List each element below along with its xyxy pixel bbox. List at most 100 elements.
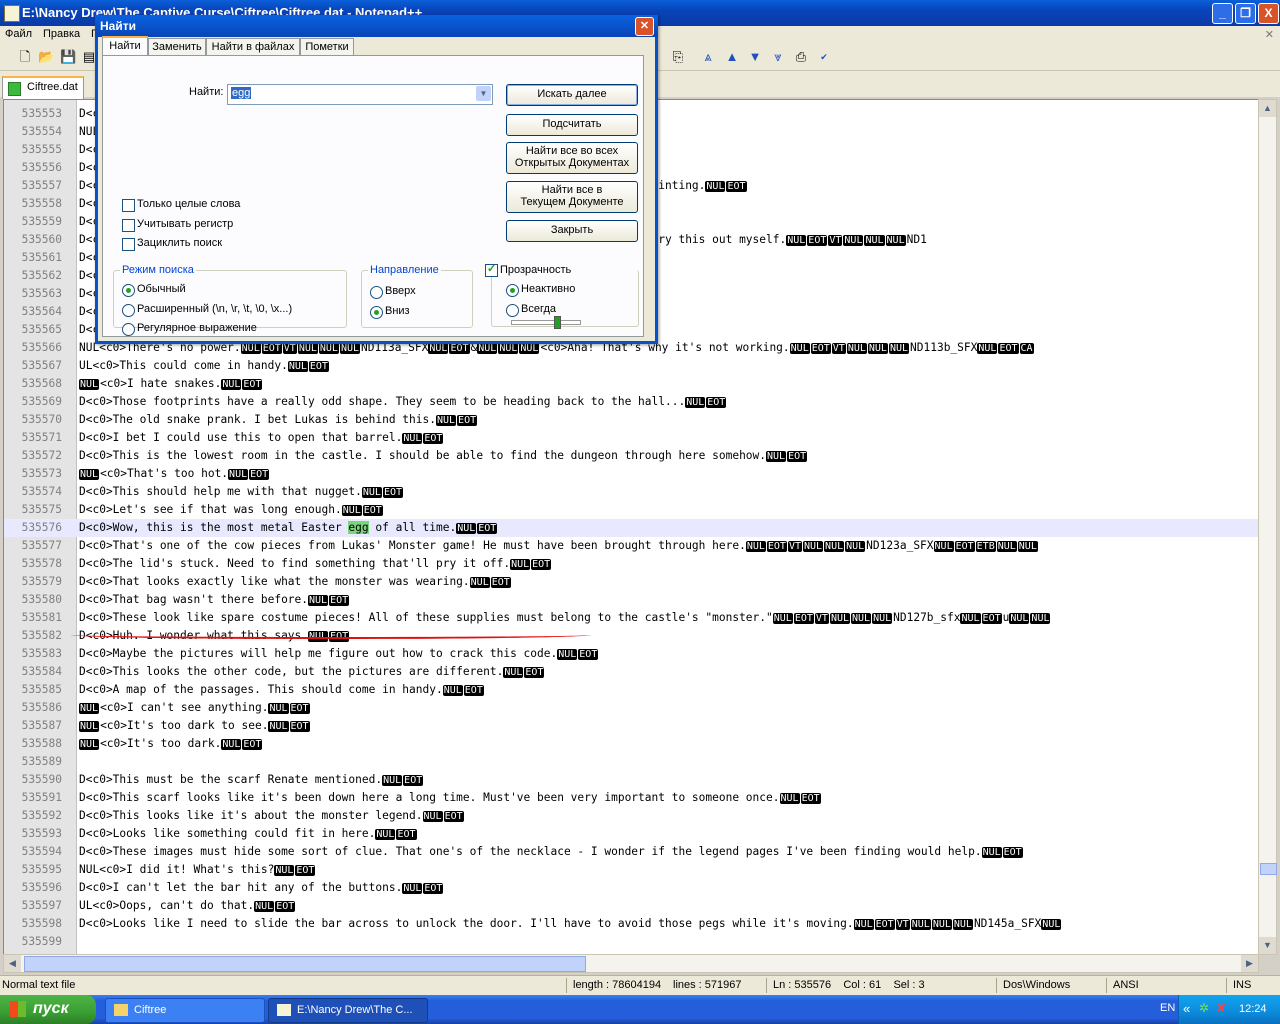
close-find-button[interactable]: Закрыть: [506, 220, 638, 242]
vertical-scrollbar[interactable]: ▲ ▼: [1258, 99, 1277, 955]
transparency-slider[interactable]: [511, 316, 581, 329]
chevron-down-icon[interactable]: ▼: [476, 86, 491, 101]
editor-line[interactable]: 535596 D<c0>I can't let the bar hit any o…: [4, 879, 1258, 897]
taskbar-item-notepad[interactable]: E:\Nancy Drew\The C...: [268, 998, 428, 1023]
open-file-icon[interactable]: 📂: [38, 49, 54, 65]
status-encoding: ANSI: [1113, 979, 1139, 991]
editor-line[interactable]: 535585 D<c0>A map of the passages. This s…: [4, 681, 1258, 699]
editor-line[interactable]: 535584 D<c0>This looks the other code, bu…: [4, 663, 1258, 681]
new-file-icon[interactable]: 🗋: [17, 49, 33, 65]
editor-line[interactable]: 535587 NUL <c0>It's too dark to see.NUL EOT: [4, 717, 1258, 735]
menu-file[interactable]: Файл: [5, 28, 32, 40]
editor-line[interactable]: 535575 D<c0>Let's see if that was long en…: [4, 501, 1258, 519]
control-char-badge: NUL: [268, 721, 289, 732]
macro-last-icon[interactable]: ⩔: [770, 49, 786, 65]
mode-extended-radio[interactable]: [122, 304, 135, 317]
find-all-open-docs-button[interactable]: Найти все во всех Открытых Документах: [506, 142, 638, 174]
horizontal-scroll-thumb[interactable]: [24, 956, 586, 972]
scroll-left-icon[interactable]: ◀: [4, 955, 21, 972]
tray-security-icon[interactable]: ✘: [1216, 1001, 1226, 1015]
editor-line[interactable]: 535592 D<c0>This looks like it's about th…: [4, 807, 1258, 825]
editor-line[interactable]: 535579 D<c0>That looks exactly like what …: [4, 573, 1258, 591]
line-number: 535577: [21, 539, 62, 552]
editor-line[interactable]: 535586 NUL <c0>I can't see anything.NUL EOT: [4, 699, 1258, 717]
scroll-up-icon[interactable]: ▲: [1259, 100, 1276, 117]
editor-line[interactable]: 535573 NUL <c0>That's too hot.NUL EOT: [4, 465, 1258, 483]
control-char-badge: EOT: [295, 865, 316, 876]
editor-line[interactable]: 535572 D<c0>This is the lowest room in th…: [4, 447, 1258, 465]
tab-marks[interactable]: Пометки: [300, 38, 354, 56]
transparency-slider-knob[interactable]: [554, 316, 561, 329]
mode-regex-radio[interactable]: [122, 323, 135, 336]
count-button[interactable]: Подсчитать: [506, 114, 638, 136]
scroll-down-icon[interactable]: ▼: [1259, 937, 1276, 954]
clock[interactable]: 12:24: [1239, 1003, 1267, 1015]
find-all-current-doc-button[interactable]: Найти все в Текущем Документе: [506, 181, 638, 213]
tab-ciftree[interactable]: Ciftree.dat: [2, 76, 84, 99]
editor-line[interactable]: 535593 D<c0>Looks like something could fi…: [4, 825, 1258, 843]
maximize-button[interactable]: ❐: [1235, 3, 1256, 24]
tray-arrow-icon[interactable]: «: [1183, 1001, 1190, 1016]
print-icon[interactable]: ⎙: [793, 49, 809, 65]
vertical-scroll-thumb[interactable]: [1260, 863, 1277, 875]
transparency-always-radio[interactable]: [506, 304, 519, 317]
tab-find-in-files[interactable]: Найти в файлах: [206, 38, 300, 56]
taskbar-item-ciftree[interactable]: Ciftree: [105, 998, 265, 1023]
editor-line[interactable]: 535589: [4, 753, 1258, 771]
find-input[interactable]: egg ▼: [227, 84, 493, 105]
spellcheck-icon[interactable]: ✔: [816, 49, 832, 65]
find-dialog-close-icon[interactable]: ✕: [635, 17, 654, 36]
notepad-app-icon: [4, 5, 20, 22]
editor-line[interactable]: 535568 NUL <c0>I hate snakes.NUL EOT: [4, 375, 1258, 393]
editor-line[interactable]: 535595 NUL<c0>I did it! What's this?NUL EO…: [4, 861, 1258, 879]
mode-normal-radio[interactable]: [122, 284, 135, 297]
find-next-button[interactable]: Искать далее: [506, 84, 638, 106]
whole-word-checkbox[interactable]: [122, 199, 135, 212]
editor-line[interactable]: 535588 NUL <c0>It's too dark.NUL EOT: [4, 735, 1258, 753]
save-icon[interactable]: 💾: [60, 49, 76, 65]
editor-line[interactable]: 535598 D<c0>Looks like I need to slide th…: [4, 915, 1258, 933]
horizontal-scrollbar[interactable]: ◀ ▶: [3, 954, 1259, 973]
control-char-badge: EOT: [766, 541, 787, 552]
wrap-around-checkbox[interactable]: [122, 238, 135, 251]
start-button[interactable]: пуск: [0, 995, 96, 1024]
menu-edit[interactable]: Правка: [43, 28, 80, 40]
line-text: NUL <c0>That's too hot.NUL EOT: [79, 467, 270, 480]
direction-down-radio[interactable]: [370, 306, 383, 319]
editor-line[interactable]: 535599: [4, 933, 1258, 951]
macro-first-icon[interactable]: ⩓: [700, 49, 716, 65]
editor-line[interactable]: 535597 UL<c0>Oops, can't do that.NUL EOT: [4, 897, 1258, 915]
editor-line[interactable]: 535591 D<c0>This scarf looks like it's be…: [4, 789, 1258, 807]
wrap-icon[interactable]: ⎘: [670, 49, 686, 65]
scroll-right-icon[interactable]: ▶: [1241, 955, 1258, 972]
match-case-checkbox[interactable]: [122, 219, 135, 232]
editor-line[interactable]: 535574 D<c0>This should help me with that…: [4, 483, 1258, 501]
tab-replace[interactable]: Заменить: [148, 38, 206, 56]
control-char-badge: EOT: [981, 613, 1002, 624]
transparency-checkbox[interactable]: [485, 262, 498, 277]
close-button[interactable]: X: [1258, 3, 1279, 24]
minimize-button[interactable]: _: [1212, 3, 1233, 24]
control-char-badge: VT: [814, 613, 829, 624]
editor-line[interactable]: 535571 D<c0>I bet I could use this to ope…: [4, 429, 1258, 447]
editor-line[interactable]: 535570 D<c0>The old snake prank. I bet Lu…: [4, 411, 1258, 429]
tray-app-icon[interactable]: ✲: [1199, 1001, 1209, 1015]
editor-line[interactable]: 535583 D<c0>Maybe the pictures will help …: [4, 645, 1258, 663]
macro-down-icon[interactable]: ▼: [747, 49, 763, 65]
transparency-inactive-radio[interactable]: [506, 284, 519, 297]
language-indicator[interactable]: EN: [1160, 1002, 1175, 1014]
direction-up-radio[interactable]: [370, 286, 383, 299]
editor-line[interactable]: 535576 D<c0>Wow, this is the most metal E…: [4, 519, 1258, 537]
editor-line[interactable]: 535581 D<c0>These look like spare costume…: [4, 609, 1258, 627]
editor-line[interactable]: 535567 UL<c0>This could come in handy.NUL…: [4, 357, 1258, 375]
macro-up-icon[interactable]: ▲: [724, 49, 740, 65]
close-document-icon[interactable]: ✕: [1265, 28, 1274, 41]
editor-line[interactable]: 535577 D<c0>That's one of the cow pieces …: [4, 537, 1258, 555]
editor-line[interactable]: 535580 D<c0>That bag wasn't there before.…: [4, 591, 1258, 609]
editor-line[interactable]: 535594 D<c0>These images must hide some s…: [4, 843, 1258, 861]
editor-line[interactable]: 535590 D<c0>This must be the scarf Renate…: [4, 771, 1258, 789]
find-dialog: Найти ✕ Найти Заменить Найти в файлах По…: [95, 15, 658, 344]
editor-line[interactable]: 535578 D<c0>The lid's stuck. Need to find…: [4, 555, 1258, 573]
control-char-badge: VT: [828, 235, 843, 246]
editor-line[interactable]: 535569 D<c0>Those footprints have a reall…: [4, 393, 1258, 411]
